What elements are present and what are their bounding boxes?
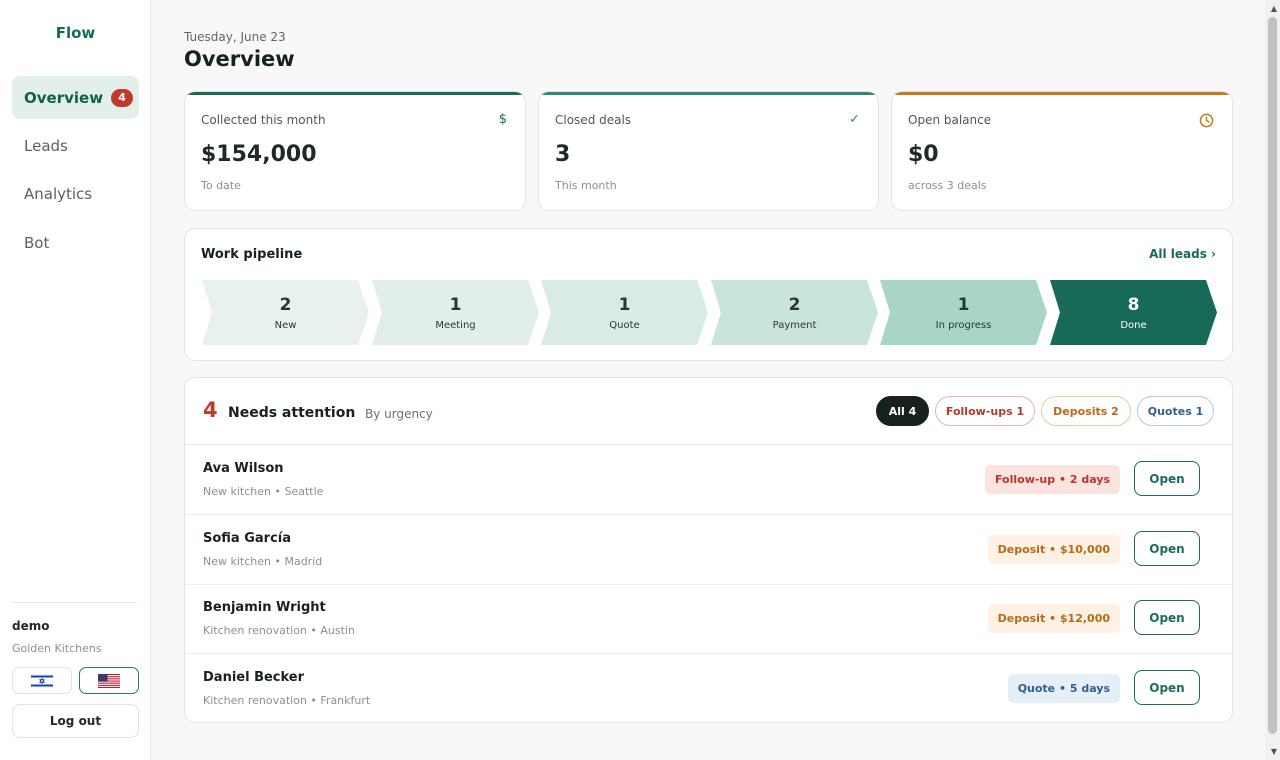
stage-count: 1 — [449, 294, 462, 315]
stage-label: Meeting — [435, 319, 476, 331]
list-item: Ava Wilson New kitchen • Seattle Follow-… — [185, 445, 1232, 515]
stage-count: 1 — [618, 294, 631, 315]
stage-meeting[interactable]: 1 Meeting — [372, 280, 539, 345]
page-title: Overview — [184, 47, 295, 71]
kpi-card-collected: Collected this month $ $154,000 To date — [184, 91, 526, 211]
client-details: Kitchen renovation • Frankfurt — [203, 694, 371, 707]
status-badge: Follow-up • 2 days — [984, 465, 1120, 494]
filter-follow-ups[interactable]: Follow-ups 1 — [935, 396, 1035, 426]
stage-count: 2 — [279, 294, 292, 315]
kpi-label: Open balance — [908, 113, 992, 127]
attention-subtitle: By urgency — [365, 407, 433, 421]
check-icon: ✓ — [849, 112, 860, 127]
list-item: Benjamin Wright Kitchen renovation • Aus… — [185, 584, 1232, 654]
sidebar-item-label: Analytics — [24, 184, 93, 203]
brand-logo[interactable]: Flow — [0, 24, 151, 42]
kpi-subtitle: across 3 deals — [908, 179, 987, 192]
stage-label: Done — [1120, 319, 1147, 331]
client-name: Sofia García — [203, 531, 292, 546]
open-button[interactable]: Open — [1134, 670, 1200, 705]
filter-deposits[interactable]: Deposits 2 — [1041, 396, 1131, 426]
current-date: Tuesday, June 23 — [184, 30, 286, 44]
language-english-button[interactable] — [79, 667, 139, 694]
scrollbar-thumb[interactable] — [1268, 17, 1277, 734]
stage-label: In progress — [935, 319, 992, 331]
stage-label: New — [274, 319, 297, 331]
sidebar-item-label: Overview — [24, 88, 104, 107]
client-name: Daniel Becker — [203, 670, 305, 685]
filter-all[interactable]: All 4 — [876, 396, 929, 426]
sidebar-item-leads[interactable]: Leads — [12, 124, 139, 167]
kpi-value: 3 — [555, 142, 571, 167]
pipeline-title: Work pipeline — [201, 247, 303, 262]
kpi-card-open-balance: Open balance $0 across 3 deals — [891, 91, 1233, 211]
stage-count: 2 — [788, 294, 801, 315]
attention-title: Needs attention — [228, 405, 356, 421]
client-name: Benjamin Wright — [203, 600, 326, 615]
sidebar-item-bot[interactable]: Bot — [12, 221, 139, 264]
stage-quote[interactable]: 1 Quote — [541, 280, 708, 345]
all-leads-link[interactable]: All leads › — [1149, 247, 1216, 261]
sidebar-item-analytics[interactable]: Analytics — [12, 172, 139, 215]
kpi-accent-bar — [539, 92, 878, 95]
sidebar-divider — [12, 602, 137, 603]
user-name: demo — [12, 619, 50, 633]
stage-label: Quote — [609, 319, 640, 331]
open-button[interactable]: Open — [1134, 600, 1200, 635]
work-pipeline-card: Work pipeline All leads › 2 New 1 Meetin… — [184, 228, 1233, 361]
stage-count: 8 — [1127, 294, 1140, 315]
status-badge: Quote • 5 days — [1007, 674, 1120, 703]
needs-attention-card: 4 Needs attention By urgency All 4 Follo… — [184, 377, 1233, 723]
sidebar-item-label: Leads — [24, 136, 68, 155]
page-scrollbar[interactable]: ▲ ▼ — [1265, 0, 1280, 760]
client-details: New kitchen • Seattle — [203, 485, 324, 498]
sidebar-item-overview[interactable]: Overview 4 — [12, 76, 139, 119]
client-details: New kitchen • Madrid — [203, 555, 323, 568]
israel-flag-icon — [31, 673, 53, 688]
pipeline-stages: 2 New 1 Meeting 1 Quote 2 Payment 1 In p… — [202, 280, 1217, 345]
language-hebrew-button[interactable] — [12, 667, 72, 694]
open-button[interactable]: Open — [1134, 461, 1200, 496]
notification-badge: 4 — [111, 88, 134, 107]
stage-in-progress[interactable]: 1 In progress — [880, 280, 1047, 345]
logout-button[interactable]: Log out — [12, 704, 139, 738]
dollar-icon: $ — [498, 112, 507, 127]
status-badge: Deposit • $12,000 — [987, 604, 1120, 633]
kpi-label: Closed deals — [555, 113, 632, 127]
kpi-accent-bar — [185, 92, 525, 95]
clock-icon — [1199, 113, 1214, 128]
list-item: Sofia García New kitchen • Madrid Deposi… — [185, 515, 1232, 585]
kpi-subtitle: This month — [555, 179, 617, 192]
stage-new[interactable]: 2 New — [202, 280, 369, 345]
kpi-subtitle: To date — [201, 179, 241, 192]
status-badge: Deposit • $10,000 — [987, 535, 1120, 564]
client-details: Kitchen renovation • Austin — [203, 624, 355, 637]
filter-quotes[interactable]: Quotes 1 — [1137, 396, 1214, 426]
kpi-value: $154,000 — [201, 142, 317, 167]
scroll-down-arrow-icon[interactable]: ▼ — [1271, 747, 1277, 756]
client-name: Ava Wilson — [203, 461, 284, 476]
list-item: Daniel Becker Kitchen renovation • Frank… — [185, 654, 1232, 722]
kpi-label: Collected this month — [201, 113, 326, 127]
stage-payment[interactable]: 2 Payment — [711, 280, 878, 345]
open-button[interactable]: Open — [1134, 531, 1200, 566]
attention-count: 4 — [203, 398, 218, 422]
kpi-value: $0 — [908, 142, 939, 167]
stage-count: 1 — [957, 294, 970, 315]
stage-label: Payment — [772, 319, 817, 331]
kpi-card-closed-deals: Closed deals ✓ 3 This month — [538, 91, 879, 211]
attention-list: Ava Wilson New kitchen • Seattle Follow-… — [185, 445, 1232, 722]
scroll-up-arrow-icon[interactable]: ▲ — [1271, 4, 1277, 13]
sidebar-item-label: Bot — [24, 233, 50, 252]
us-flag-icon — [98, 673, 120, 688]
stage-done[interactable]: 8 Done — [1050, 280, 1217, 345]
kpi-accent-bar — [892, 92, 1232, 95]
sidebar: Flow Overview 4 Leads Analytics Bot demo… — [0, 0, 151, 760]
user-company: Golden Kitchens — [12, 642, 102, 655]
